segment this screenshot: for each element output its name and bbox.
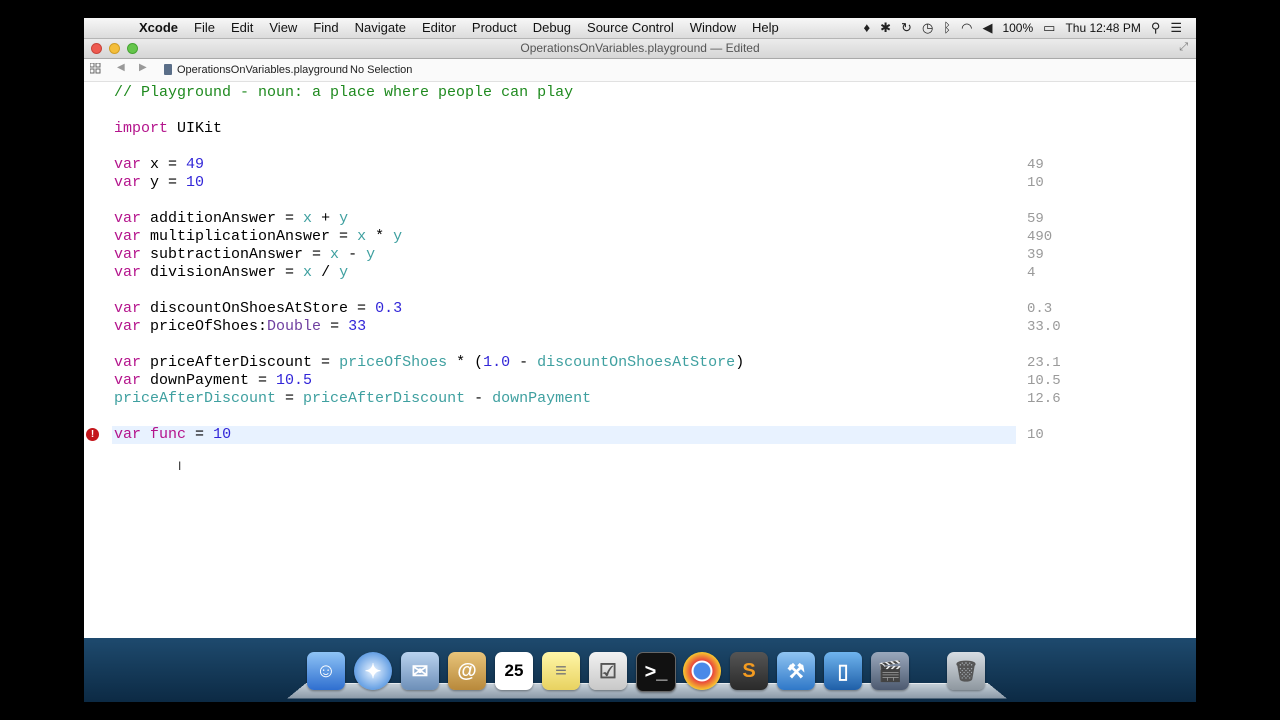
result-division[interactable]: 4 [1027, 264, 1035, 282]
menu-debug[interactable]: Debug [525, 20, 579, 36]
menu-list: Xcode File Edit View Find Navigate Edito… [131, 20, 787, 36]
menu-clock[interactable]: Thu 12:48 PM [1065, 20, 1140, 36]
time-machine-icon[interactable]: ◷ [922, 20, 933, 36]
window-title: OperationsOnVariables.playground — Edite… [520, 41, 760, 55]
breadcrumb-separator-icon: › [340, 63, 344, 75]
code-line-y: var y = 10 [114, 174, 205, 191]
menu-bar: Xcode File Edit View Find Navigate Edito… [84, 18, 1196, 39]
sublime-text-icon[interactable]: S [730, 652, 768, 690]
notes-icon[interactable]: ≡ [542, 652, 580, 690]
result-multiplication[interactable]: 490 [1027, 228, 1052, 246]
menu-help[interactable]: Help [744, 20, 787, 36]
window-title-bar: OperationsOnVariables.playground — Edite… [84, 39, 1196, 59]
result-price-after-discount[interactable]: 23.1 [1027, 354, 1061, 372]
code-line-down-payment: var downPayment = 10.5 [114, 372, 313, 389]
menu-view[interactable]: View [261, 20, 305, 36]
wifi-icon[interactable]: ◠ [961, 20, 972, 36]
menu-edit[interactable]: Edit [223, 20, 261, 36]
safari-icon[interactable]: ✦ [354, 652, 392, 690]
code-line-x: var x = 49 [114, 156, 205, 173]
bluetooth-icon[interactable]: ᛒ [943, 20, 951, 36]
imovie-icon[interactable]: 🎬 [871, 652, 909, 690]
current-line-highlight [112, 426, 1016, 444]
result-y[interactable]: 10 [1027, 174, 1044, 192]
fullscreen-icon[interactable]: ⤢ [1179, 41, 1188, 54]
menu-file[interactable]: File [186, 20, 223, 36]
dock: ☺ ✦ ✉ @ 25 ≡ ☑ >_ S ⚒ ▯ 🎬 🗑 [287, 652, 1007, 700]
mail-icon[interactable]: ✉ [401, 652, 439, 690]
breadcrumb-selection[interactable]: No Selection [350, 64, 412, 76]
code-line-price: var priceOfShoes:Double = 33 [114, 318, 367, 335]
trash-icon[interactable]: 🗑 [947, 652, 985, 690]
result-down-payment[interactable]: 10.5 [1027, 372, 1061, 390]
screen: Xcode File Edit View Find Navigate Edito… [84, 18, 1196, 702]
jump-bar: ◀ ▶ OperationsOnVariables.playground › N… [84, 59, 1196, 82]
result-x[interactable]: 49 [1027, 156, 1044, 174]
ios-simulator-icon[interactable]: ▯ [824, 652, 862, 690]
menu-editor[interactable]: Editor [414, 20, 464, 36]
contacts-icon[interactable]: @ [448, 652, 486, 690]
battery-icon[interactable]: ▭ [1043, 20, 1055, 36]
result-reassign[interactable]: 12.6 [1027, 390, 1061, 408]
menu-app-xcode[interactable]: Xcode [131, 20, 186, 36]
menu-window[interactable]: Window [682, 20, 744, 36]
terminal-icon[interactable]: >_ [636, 652, 676, 692]
xcode-icon[interactable]: ⚒ [777, 652, 815, 690]
code-line-import: import UIKit [114, 120, 223, 137]
volume-icon[interactable]: ◀ [982, 20, 992, 36]
result-price[interactable]: 33.0 [1027, 318, 1061, 336]
result-addition[interactable]: 59 [1027, 210, 1044, 228]
code-line-discount: var discountOnShoesAtStore = 0.3 [114, 300, 403, 317]
reminders-icon[interactable]: ☑ [589, 652, 627, 690]
code-line-comment: // Playground - noun: a place where peop… [114, 84, 574, 101]
calendar-icon[interactable]: 25 [495, 652, 533, 690]
related-items-grid-icon[interactable] [90, 63, 101, 74]
result-discount[interactable]: 0.3 [1027, 300, 1052, 318]
battery-status[interactable]: 100% [1002, 20, 1033, 36]
result-subtraction[interactable]: 39 [1027, 246, 1044, 264]
notification-icon[interactable]: ♦ [863, 20, 870, 36]
menu-product[interactable]: Product [464, 20, 525, 36]
code-line-division: var divisionAnswer = x / y [114, 264, 349, 281]
code-line-func-error: var func = 10 [114, 426, 232, 443]
menu-source-control[interactable]: Source Control [579, 20, 682, 36]
code-line-reassign: priceAfterDiscount = priceAfterDiscount … [114, 390, 592, 407]
code-editor[interactable]: // Playground - noun: a place where peop… [84, 82, 1196, 638]
spotlight-search-icon[interactable]: ⚲ [1151, 20, 1161, 36]
code-line-addition: var additionAnswer = x + y [114, 210, 349, 227]
breadcrumb-file[interactable]: OperationsOnVariables.playground [177, 64, 348, 76]
back-arrow-icon[interactable]: ◀ [117, 62, 125, 73]
finder-icon[interactable]: ☺ [307, 652, 345, 690]
menu-find[interactable]: Find [305, 20, 346, 36]
sync-icon[interactable]: ↻ [901, 20, 912, 36]
status-area: ♦ ✱ ↻ ◷ ᛒ ◠ ◀ 100% ▭ Thu 12:48 PM ⚲ ☰ [863, 20, 1182, 36]
forward-arrow-icon[interactable]: ▶ [139, 62, 147, 73]
notification-center-icon[interactable]: ☰ [1170, 20, 1182, 36]
code-line-multiplication: var multiplicationAnswer = x * y [114, 228, 403, 245]
code-line-subtraction: var subtractionAnswer = x - y [114, 246, 376, 263]
menu-navigate[interactable]: Navigate [347, 20, 414, 36]
text-cursor-icon: I [178, 459, 182, 473]
chrome-icon[interactable] [683, 652, 721, 690]
error-icon[interactable]: ! [86, 428, 99, 441]
result-func[interactable]: 10 [1027, 426, 1044, 444]
gear-icon[interactable]: ✱ [880, 20, 891, 36]
playground-file-icon [164, 64, 172, 75]
code-line-price-after-discount: var priceAfterDiscount = priceOfShoes * … [114, 354, 745, 371]
